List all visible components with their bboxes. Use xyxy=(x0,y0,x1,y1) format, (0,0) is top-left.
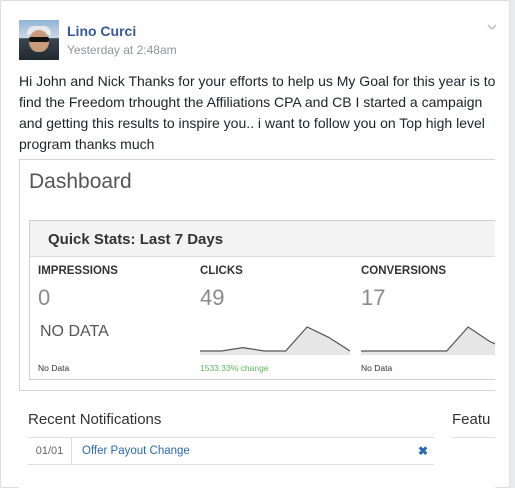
dashboard-screenshot[interactable]: Dashboard Quick Stats: Last 7 Days IMPRE… xyxy=(19,159,495,488)
stat-footnote: 1533.33% change xyxy=(200,363,269,373)
post-header: Lino Curci Yesterday at 2:48am xyxy=(19,15,499,61)
stat-conversions: CONVERSIONS 17 No Data xyxy=(361,265,495,379)
stat-footnote: No Data xyxy=(38,363,70,373)
stat-value: 49 xyxy=(200,285,225,310)
stat-value: 0 xyxy=(38,285,51,310)
avatar-glasses xyxy=(29,37,49,42)
author-name[interactable]: Lino Curci xyxy=(67,23,136,39)
recent-notifications-title: Recent Notifications xyxy=(28,411,162,428)
notification-row: 01/01 Offer Payout Change ✖ xyxy=(28,437,434,465)
stat-label: CONVERSIONS xyxy=(361,265,446,277)
post-text: Hi John and Nick Thanks for your efforts… xyxy=(19,73,496,152)
stat-impressions: IMPRESSIONS 0 NO DATA No Data xyxy=(38,265,198,379)
conversions-sparkline xyxy=(361,326,495,355)
quick-stats-box: Quick Stats: Last 7 Days IMPRESSIONS 0 N… xyxy=(29,220,495,380)
dashboard-panel: Dashboard Quick Stats: Last 7 Days IMPRE… xyxy=(19,159,495,391)
stat-label: CLICKS xyxy=(200,265,243,277)
clicks-sparkline xyxy=(200,326,350,355)
stat-clicks: CLICKS 49 1533.33% change xyxy=(200,265,360,379)
stat-footnote: No Data xyxy=(361,363,393,373)
close-icon[interactable]: ✖ xyxy=(418,438,428,464)
dashboard-title: Dashboard xyxy=(29,170,132,193)
facebook-post: Lino Curci Yesterday at 2:48am Hi John a… xyxy=(0,0,510,488)
chevron-down-icon[interactable] xyxy=(485,21,499,35)
stat-no-data-message: NO DATA xyxy=(40,323,109,340)
quick-stats-title: Quick Stats: Last 7 Days xyxy=(48,231,224,248)
featured-divider xyxy=(452,437,495,438)
stat-value: 17 xyxy=(361,285,386,310)
featured-title: Featu xyxy=(452,411,491,428)
quick-stats-header: Quick Stats: Last 7 Days xyxy=(30,221,495,257)
avatar[interactable] xyxy=(19,20,59,60)
notification-date: 01/01 xyxy=(28,438,72,464)
notification-link[interactable]: Offer Payout Change xyxy=(82,438,190,464)
post-timestamp[interactable]: Yesterday at 2:48am xyxy=(67,43,177,57)
stat-label: IMPRESSIONS xyxy=(38,265,118,277)
